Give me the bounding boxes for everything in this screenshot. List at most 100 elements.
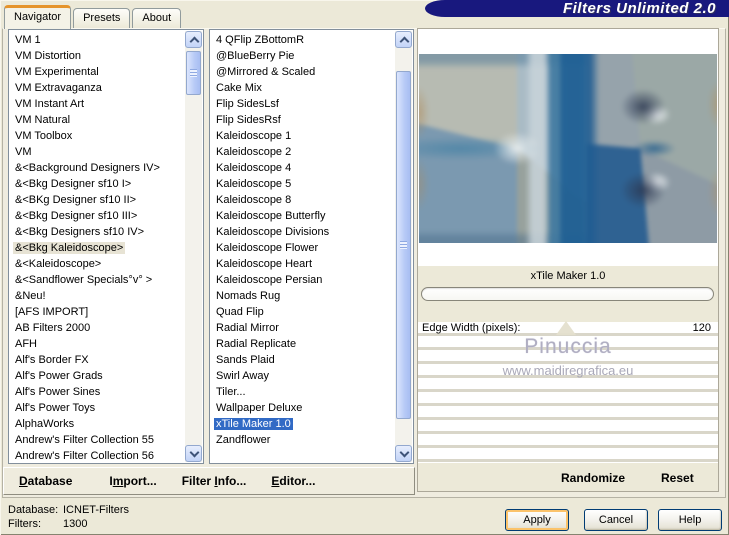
- watermark-site: www.maidiregrafica.eu: [502, 363, 634, 378]
- list-item[interactable]: 4 QFlip ZBottomR: [211, 32, 395, 48]
- help-button[interactable]: Help: [658, 509, 722, 531]
- edge-width-slider-row[interactable]: Edge Width (pixels): 120: [418, 321, 718, 335]
- list-item[interactable]: Kaleidoscope 1: [211, 128, 395, 144]
- category-list-scrollbar[interactable]: [185, 31, 202, 462]
- list-item[interactable]: Kaleidoscope Persian: [211, 272, 395, 288]
- list-item[interactable]: &Neu!: [10, 288, 185, 304]
- menu-filter-info[interactable]: Filter Info...: [182, 474, 247, 488]
- list-item[interactable]: Kaleidoscope 8: [211, 192, 395, 208]
- list-item[interactable]: Zandflower: [211, 432, 395, 448]
- list-item[interactable]: Wallpaper Deluxe: [211, 400, 395, 416]
- list-item[interactable]: Flip SidesLsf: [211, 96, 395, 112]
- database-label: Database:: [8, 504, 59, 516]
- menu-import[interactable]: Import...: [109, 474, 156, 488]
- list-item[interactable]: VM Experimental: [10, 64, 185, 80]
- bottom-menu-bar: Database Import... Filter Info... Editor…: [3, 467, 415, 495]
- tab-about[interactable]: About: [132, 8, 182, 28]
- list-item[interactable]: Swirl Away: [211, 368, 395, 384]
- kaleidoscope-render: [419, 54, 717, 243]
- list-item[interactable]: Alf's Border FX: [10, 352, 185, 368]
- list-item[interactable]: AFH: [10, 336, 185, 352]
- app-title: Filters Unlimited 2.0: [562, 0, 716, 17]
- list-item[interactable]: VM Distortion: [10, 48, 185, 64]
- list-item[interactable]: VM Extravaganza: [10, 80, 185, 96]
- list-item[interactable]: AlphaWorks: [10, 416, 185, 432]
- list-item[interactable]: Sands Plaid: [211, 352, 395, 368]
- list-item[interactable]: &<Bkg Designers sf10 IV>: [10, 224, 185, 240]
- scrollbar-thumb[interactable]: [186, 51, 201, 95]
- tab-navigator[interactable]: Navigator: [4, 5, 72, 29]
- scrollbar-thumb[interactable]: [396, 71, 411, 419]
- list-item[interactable]: &<BKg Designer sf10 II>: [10, 192, 185, 208]
- filter-list[interactable]: 4 QFlip ZBottomR @BlueBerry Pie @Mirrored …: [209, 29, 414, 464]
- list-item[interactable]: Kaleidoscope Butterfly: [211, 208, 395, 224]
- list-item[interactable]: Andrew's Filter Collection 55: [10, 432, 185, 448]
- panel-actions-row: Randomize Reset: [418, 463, 718, 491]
- list-item[interactable]: Radial Mirror: [211, 320, 395, 336]
- menu-editor[interactable]: Editor...: [271, 474, 315, 488]
- scroll-up-button[interactable]: [395, 31, 412, 48]
- scroll-up-button[interactable]: [185, 31, 202, 48]
- selected-filter-title: xTile Maker 1.0: [418, 266, 718, 287]
- list-item[interactable]: &<Bkg Kaleidoscope>: [10, 240, 185, 256]
- edge-width-value: 120: [692, 322, 711, 334]
- list-item[interactable]: VM: [10, 144, 185, 160]
- list-item[interactable]: xTile Maker 1.0: [211, 416, 395, 432]
- list-item[interactable]: &<Kaleidoscope>: [10, 256, 185, 272]
- reset-button[interactable]: Reset: [661, 471, 694, 485]
- chevron-up-icon: [399, 36, 410, 47]
- apply-button[interactable]: Apply: [505, 509, 569, 531]
- list-item[interactable]: [AFS IMPORT]: [10, 304, 185, 320]
- scroll-down-button[interactable]: [185, 445, 202, 462]
- category-list[interactable]: VM 1 VM Distortion VM Experimental VM Extra…: [8, 29, 204, 464]
- filters-count-label: Filters:: [8, 518, 41, 530]
- chevron-down-icon: [189, 447, 200, 458]
- watermark-name: Pinuccia: [524, 335, 612, 358]
- chevron-down-icon: [399, 447, 410, 458]
- list-item[interactable]: Alf's Power Sines: [10, 384, 185, 400]
- preview-image: [419, 54, 717, 243]
- tab-bar: Navigator Presets About: [4, 5, 183, 29]
- cancel-button[interactable]: Cancel: [584, 509, 648, 531]
- list-item[interactable]: Kaleidoscope Flower: [211, 240, 395, 256]
- list-item[interactable]: &<Bkg Designer sf10 III>: [10, 208, 185, 224]
- list-item[interactable]: Kaleidoscope Divisions: [211, 224, 395, 240]
- list-item[interactable]: VM Toolbox: [10, 128, 185, 144]
- list-item[interactable]: VM 1: [10, 32, 185, 48]
- list-item[interactable]: VM Natural: [10, 112, 185, 128]
- scroll-down-button[interactable]: [395, 445, 412, 462]
- scrollbar-grip-icon: [400, 241, 407, 249]
- list-item[interactable]: Andrew's Filter Collection 56: [10, 448, 185, 462]
- chevron-up-icon: [189, 36, 200, 47]
- filters-unlimited-dialog: Filters Unlimited 2.0 Navigator Presets …: [0, 0, 729, 535]
- list-item[interactable]: Kaleidoscope Heart: [211, 256, 395, 272]
- list-item[interactable]: Kaleidoscope 2: [211, 144, 395, 160]
- database-value: ICNET-Filters: [63, 504, 129, 516]
- list-item[interactable]: VM Instant Art: [10, 96, 185, 112]
- list-item[interactable]: AB Filters 2000: [10, 320, 185, 336]
- scrollbar-grip-icon: [190, 69, 197, 77]
- randomize-button[interactable]: Randomize: [561, 471, 625, 485]
- category-list-rows: VM 1 VM Distortion VM Experimental VM Extra…: [10, 32, 185, 462]
- slider-thumb[interactable]: [556, 321, 576, 335]
- list-item[interactable]: Kaleidoscope 5: [211, 176, 395, 192]
- list-item[interactable]: Alf's Power Grads: [10, 368, 185, 384]
- menu-database[interactable]: Database: [19, 474, 72, 488]
- list-item[interactable]: @BlueBerry Pie: [211, 48, 395, 64]
- filters-count-value: 1300: [63, 518, 88, 530]
- list-item[interactable]: Radial Replicate: [211, 336, 395, 352]
- list-item[interactable]: &<Sandflower Specials°v° >: [10, 272, 185, 288]
- title-banner: Filters Unlimited 2.0: [425, 0, 729, 17]
- list-item[interactable]: Alf's Power Toys: [10, 400, 185, 416]
- list-item[interactable]: Nomads Rug: [211, 288, 395, 304]
- tab-presets[interactable]: Presets: [73, 8, 131, 28]
- list-item[interactable]: Kaleidoscope 4: [211, 160, 395, 176]
- list-item[interactable]: &<Background Designers IV>: [10, 160, 185, 176]
- filter-list-scrollbar[interactable]: [395, 31, 412, 462]
- list-item[interactable]: &<Bkg Designer sf10 I>: [10, 176, 185, 192]
- list-item[interactable]: Tiler...: [211, 384, 395, 400]
- list-item[interactable]: Quad Flip: [211, 304, 395, 320]
- list-item[interactable]: Cake Mix: [211, 80, 395, 96]
- list-item[interactable]: Flip SidesRsf: [211, 112, 395, 128]
- list-item[interactable]: @Mirrored & Scaled: [211, 64, 395, 80]
